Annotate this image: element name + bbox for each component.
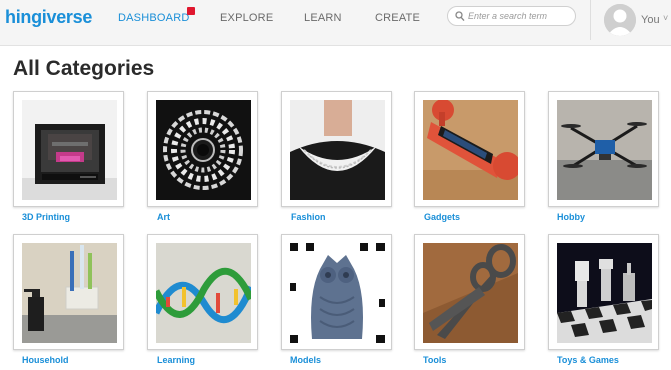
category-label-household[interactable]: Household	[22, 355, 69, 365]
category-thumbnail	[156, 243, 251, 343]
thingiverse-logo[interactable]: hingiverse	[5, 7, 92, 28]
nav-create[interactable]: CREATE	[375, 12, 420, 24]
category-label-fashion[interactable]: Fashion	[291, 212, 326, 222]
category-thumbnail	[423, 243, 518, 343]
avatar[interactable]	[604, 4, 636, 36]
category-card-hobby[interactable]	[548, 91, 659, 207]
toothbrush-holder-image	[22, 243, 117, 343]
quadcopter-image	[557, 100, 652, 200]
3d-printer-image	[22, 100, 117, 200]
category-card-learning[interactable]	[147, 234, 258, 350]
search-input[interactable]	[468, 9, 568, 23]
category-label-gadgets[interactable]: Gadgets	[424, 212, 460, 222]
category-card-art[interactable]	[147, 91, 258, 207]
scissors-image	[423, 243, 518, 343]
category-label-3d-printing[interactable]: 3D Printing	[22, 212, 70, 222]
category-card-gadgets[interactable]	[414, 91, 525, 207]
category-thumbnail	[22, 243, 117, 343]
category-thumbnail	[290, 100, 385, 200]
necklace-image	[290, 100, 385, 200]
category-card-household[interactable]	[13, 234, 124, 350]
notification-badge	[187, 7, 195, 15]
category-label-tools[interactable]: Tools	[423, 355, 446, 365]
category-thumbnail	[22, 100, 117, 200]
search-icon	[455, 11, 465, 22]
category-thumbnail	[156, 100, 251, 200]
category-thumbnail	[557, 100, 652, 200]
dna-model-image	[156, 243, 251, 343]
category-card-tools[interactable]	[414, 234, 525, 350]
user-menu-label[interactable]: You	[641, 14, 660, 26]
nav-explore[interactable]: EXPLORE	[220, 12, 273, 24]
category-card-toys-and-games[interactable]	[548, 234, 659, 350]
category-label-toys-and-games[interactable]: Toys & Games	[557, 355, 619, 365]
category-label-models[interactable]: Models	[290, 355, 321, 365]
page-title: All Categories	[13, 57, 155, 80]
nav-learn[interactable]: LEARN	[304, 12, 342, 24]
category-card-fashion[interactable]	[281, 91, 392, 207]
category-label-hobby[interactable]: Hobby	[557, 212, 585, 222]
category-label-art[interactable]: Art	[157, 212, 170, 222]
chess-set-image	[557, 243, 652, 343]
top-navigation-bar: hingiverse DASHBOARD EXPLORE LEARN CREAT…	[0, 0, 671, 46]
category-thumbnail	[290, 243, 385, 343]
nav-dashboard[interactable]: DASHBOARD	[118, 12, 189, 24]
category-card-models[interactable]	[281, 234, 392, 350]
category-thumbnail	[557, 243, 652, 343]
category-label-learning[interactable]: Learning	[157, 355, 195, 365]
chevron-down-icon[interactable]: ˅	[663, 13, 668, 23]
owl-model-image	[290, 243, 385, 343]
phone-amplifier-image	[423, 100, 518, 200]
category-card-3d-printing[interactable]	[13, 91, 124, 207]
sculpture-image	[156, 100, 251, 200]
default-user-icon	[604, 4, 636, 36]
search-box[interactable]	[447, 6, 576, 26]
category-thumbnail	[423, 100, 518, 200]
header-divider	[590, 0, 591, 40]
